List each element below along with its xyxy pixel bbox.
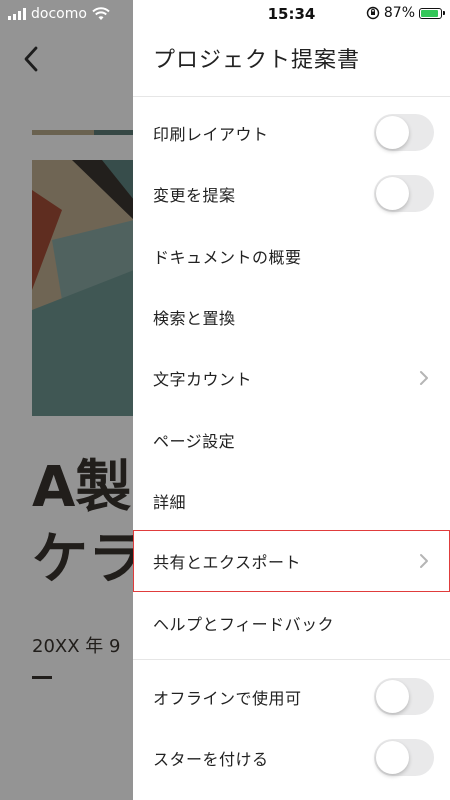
menu-item-label: 検索と置換 — [153, 308, 236, 328]
menu-item-help-feedback[interactable]: ヘルプとフィードバック — [133, 592, 450, 653]
orientation-lock-icon — [366, 6, 380, 20]
menu-item-page-setup[interactable]: ページ設定 — [133, 409, 450, 470]
menu-item-label: 共有とエクスポート — [153, 553, 302, 572]
menu-item-star[interactable]: スターを付ける — [133, 727, 450, 788]
menu-item-label: 文字カウント — [153, 369, 253, 389]
menu-item-label: ページ設定 — [153, 431, 236, 451]
side-menu-panel: 15:34 87% プロジェクト提案書 印刷レイアウト 変更を提案 ドキュメント… — [133, 0, 450, 800]
menu-item-label: オフラインで使用可 — [153, 688, 302, 708]
panel-title: プロジェクト提案書 — [153, 48, 361, 73]
wifi-icon — [92, 7, 110, 20]
battery-percent: 87% — [383, 5, 415, 21]
battery-icon — [419, 7, 445, 19]
menu-item-label: 変更を提案 — [153, 185, 236, 205]
menu-item-label: ドキュメントの概要 — [153, 247, 302, 267]
menu-item-label: スターを付ける — [153, 749, 269, 769]
status-bar-right: 87% — [366, 5, 445, 21]
title-divider — [133, 96, 450, 97]
suggest-changes-toggle[interactable] — [374, 174, 434, 212]
status-bar-left: docomo — [8, 4, 110, 24]
section-divider — [133, 659, 450, 660]
print-layout-toggle[interactable] — [374, 113, 434, 151]
menu-item-suggest-changes[interactable]: 変更を提案 — [133, 163, 450, 224]
offline-toggle[interactable] — [374, 677, 434, 715]
menu-item-label: ヘルプとフィードバック — [153, 614, 335, 634]
signal-icon — [8, 8, 26, 20]
menu-item-details[interactable]: 詳細 — [133, 470, 450, 531]
menu-item-label: 印刷レイアウト — [153, 124, 269, 144]
menu-item-word-count[interactable]: 文字カウント — [133, 347, 450, 408]
chevron-right-icon — [420, 554, 428, 568]
menu-item-offline[interactable]: オフラインで使用可 — [133, 666, 450, 727]
menu-item-find-replace[interactable]: 検索と置換 — [133, 286, 450, 347]
menu-item-label: 詳細 — [153, 492, 187, 512]
menu-item-print-layout[interactable]: 印刷レイアウト — [133, 102, 450, 163]
star-toggle[interactable] — [374, 738, 434, 776]
menu-item-share-export[interactable]: 共有とエクスポート — [133, 530, 450, 592]
menu-item-document-outline[interactable]: ドキュメントの概要 — [133, 225, 450, 286]
chevron-right-icon — [420, 370, 428, 385]
carrier-label: docomo — [31, 6, 87, 22]
